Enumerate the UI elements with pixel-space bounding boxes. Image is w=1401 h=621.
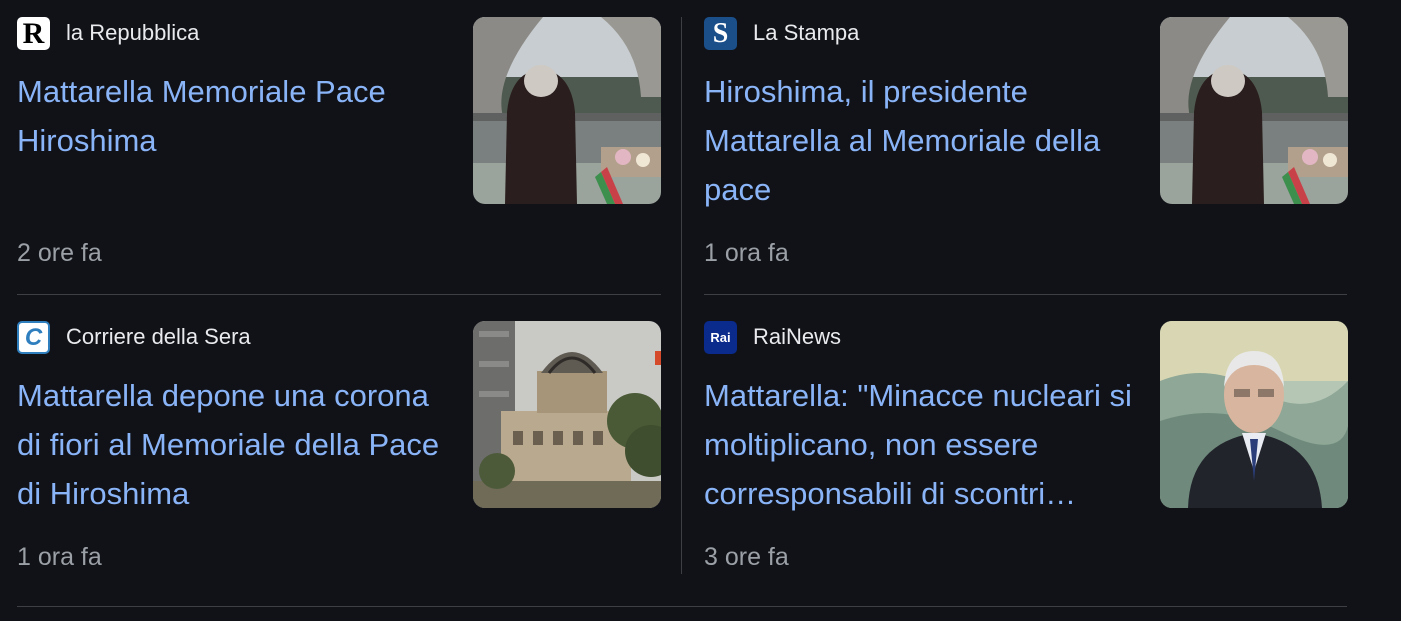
- timestamp: 1 ora fa: [704, 239, 789, 267]
- news-source: Rai RaiNews: [704, 320, 842, 354]
- news-source: R la Repubblica: [17, 16, 200, 50]
- column-divider: [681, 17, 682, 574]
- source-name: RaiNews: [753, 324, 842, 349]
- portrait-photo[interactable]: [1160, 321, 1348, 508]
- memorial-arch-photo[interactable]: [1160, 17, 1348, 204]
- news-card[interactable]: C Corriere della Sera Mattarella depone …: [17, 320, 661, 599]
- atomic-dome-photo[interactable]: [473, 321, 661, 508]
- corriere-logo-icon: C: [17, 320, 50, 354]
- row-divider: [704, 294, 1347, 295]
- headline-link[interactable]: Mattarella depone una corona di fiori al…: [17, 371, 457, 518]
- news-card[interactable]: S La Stampa Hiroshima, il presidente Mat…: [704, 16, 1348, 295]
- source-name: Corriere della Sera: [66, 324, 251, 349]
- news-card[interactable]: R la Repubblica Mattarella Memoriale Pac…: [17, 16, 661, 295]
- headline-link[interactable]: Mattarella: "Minacce nucleari si moltipl…: [704, 371, 1144, 518]
- news-source: C Corriere della Sera: [17, 320, 251, 354]
- stampa-logo-icon: S: [704, 16, 737, 50]
- headline-link[interactable]: Mattarella Memoriale Pace Hiroshima: [17, 67, 457, 165]
- timestamp: 3 ore fa: [704, 543, 789, 571]
- news-card[interactable]: Rai RaiNews Mattarella: "Minacce nuclear…: [704, 320, 1348, 599]
- headline-link[interactable]: Hiroshima, il presidente Mattarella al M…: [704, 67, 1144, 214]
- repubblica-logo-icon: R: [17, 16, 50, 50]
- source-name: La Stampa: [753, 20, 860, 45]
- row-divider: [17, 294, 661, 295]
- memorial-arch-photo[interactable]: [473, 17, 661, 204]
- rai-logo-icon: Rai: [704, 320, 737, 354]
- timestamp: 2 ore fa: [17, 239, 102, 267]
- news-source: S La Stampa: [704, 16, 860, 50]
- row-divider: [17, 606, 1347, 607]
- timestamp: 1 ora fa: [17, 543, 102, 571]
- source-name: la Repubblica: [66, 20, 200, 45]
